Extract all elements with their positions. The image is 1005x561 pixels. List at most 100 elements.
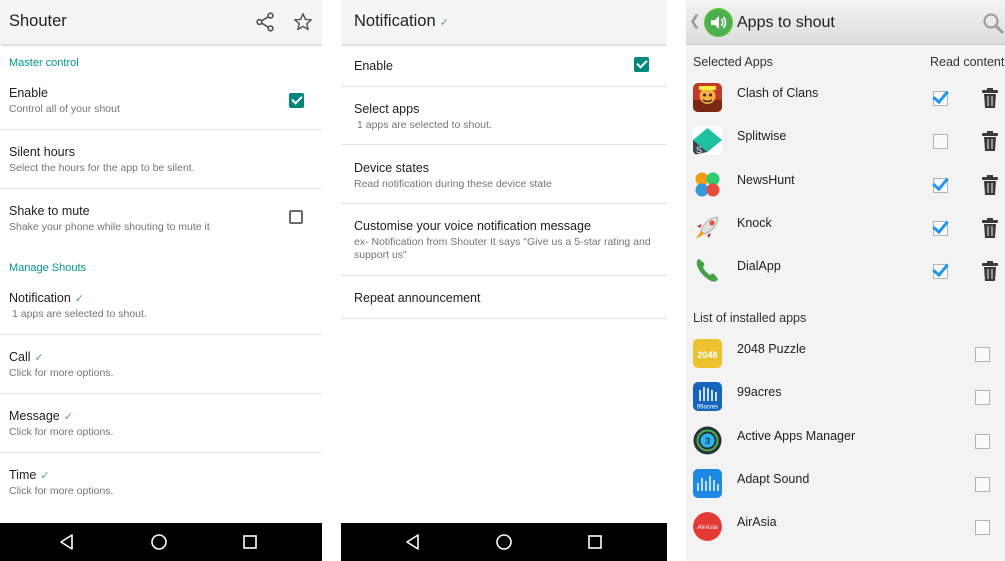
selected-app-row[interactable]: S Splitwise [686, 120, 1005, 163]
shake-to-mute-checkbox[interactable] [289, 210, 303, 224]
selected-app-row[interactable]: NewsHunt [686, 164, 1005, 207]
pref-summary: Read notification during these device st… [354, 178, 552, 190]
shouter-logo-icon[interactable] [704, 8, 733, 37]
airasia-icon: AirAsia [693, 512, 722, 541]
section-header-manage-shouts: Manage Shouts [9, 262, 87, 274]
trash-icon[interactable] [982, 130, 998, 152]
navigation-bar [0, 523, 322, 561]
select-app-checkbox[interactable] [975, 390, 990, 405]
action-bar: ❮ Apps to shout [686, 0, 1005, 45]
2048-puzzle-icon: 2048 [693, 339, 722, 368]
pref-repeat-announcement[interactable]: Repeat announcement [341, 276, 667, 319]
pref-select-apps[interactable]: Select apps 1 apps are selected to shout… [341, 87, 667, 145]
pref-summary: 1 apps are selected to shout. [357, 119, 492, 131]
navigation-bar [341, 523, 667, 561]
recents-icon[interactable] [585, 532, 605, 552]
up-arrow-icon[interactable]: ❮ [689, 12, 701, 29]
pref-summary: Click for more options. [9, 485, 114, 497]
pref-message[interactable]: Message ✓ Click for more options. [0, 394, 322, 453]
pref-title: Repeat announcement [354, 291, 481, 305]
check-icon: ✓ [63, 411, 73, 423]
selected-app-row[interactable]: DialApp [686, 250, 1005, 293]
pref-time[interactable]: Time ✓ Click for more options. [0, 453, 322, 513]
splitwise-icon: S [693, 126, 722, 155]
pref-silent-hours[interactable]: Silent hours Select the hours for the ap… [0, 130, 322, 189]
installed-app-row[interactable]: 99acres 99acres [686, 376, 1005, 419]
check-icon: ✓ [439, 17, 449, 29]
select-app-checkbox[interactable] [975, 477, 990, 492]
check-icon: ✓ [40, 470, 50, 482]
pref-summary: 1 apps are selected to shout. [12, 308, 147, 320]
knock-icon [693, 213, 722, 242]
read-content-checkbox[interactable] [933, 264, 948, 279]
app-name: Clash of Clans [737, 86, 819, 100]
selected-app-row[interactable]: Knock [686, 207, 1005, 250]
newshunt-icon [693, 170, 722, 199]
pref-call[interactable]: Call ✓ Click for more options. [0, 335, 322, 394]
pref-customise-message[interactable]: Customise your voice notification messag… [341, 204, 667, 276]
recents-icon[interactable] [240, 532, 260, 552]
back-icon[interactable] [403, 532, 423, 552]
enable-checkbox[interactable] [634, 57, 649, 72]
installed-app-row[interactable]: Adapt Sound [686, 463, 1005, 506]
select-app-checkbox[interactable] [975, 520, 990, 535]
section-header-master-control: Master control [9, 57, 79, 69]
read-content-checkbox[interactable] [933, 134, 948, 149]
app-name: Adapt Sound [737, 472, 810, 486]
installed-app-row[interactable]: 2048 2048 Puzzle [686, 333, 1005, 376]
back-icon[interactable] [57, 532, 77, 552]
search-icon[interactable] [981, 11, 1005, 35]
app-name: Active Apps Manager [737, 429, 856, 443]
pref-title: Device states [354, 161, 430, 175]
app-name: NewsHunt [737, 173, 795, 187]
app-name: 2048 Puzzle [737, 342, 806, 356]
check-icon: ✓ [74, 293, 85, 305]
icon-text: 2048 [697, 350, 717, 360]
selected-apps-header: Selected Apps [693, 55, 773, 69]
select-app-checkbox[interactable] [975, 434, 990, 449]
read-content-checkbox[interactable] [933, 221, 948, 236]
pref-enable[interactable]: Enable [341, 44, 667, 87]
trash-icon[interactable] [982, 174, 998, 196]
installed-app-row[interactable]: AirAsia AirAsia [686, 506, 1005, 549]
installed-app-row[interactable]: 3 Active Apps Manager [686, 420, 1005, 463]
read-content-checkbox[interactable] [933, 91, 948, 106]
app-name: Knock [737, 216, 772, 230]
active-apps-manager-icon: 3 [693, 426, 722, 455]
pref-title-text: Message [9, 409, 60, 423]
icon-text: 99acres [697, 405, 718, 411]
pref-title: Notification ✓ [9, 291, 84, 305]
check-icon: ✓ [34, 352, 44, 364]
trash-icon[interactable] [982, 217, 998, 239]
pref-summary: Click for more options. [9, 367, 114, 379]
app-bar: Shouter [0, 0, 322, 44]
read-content-header: Read content [930, 55, 1005, 69]
select-app-checkbox[interactable] [975, 347, 990, 362]
app-name: Splitwise [737, 129, 787, 143]
app-name: DialApp [737, 259, 781, 273]
pref-enable[interactable]: Enable Control all of your shout [0, 72, 322, 130]
pref-title: Silent hours [9, 145, 76, 159]
trash-icon[interactable] [982, 87, 998, 109]
pref-title-text: Time [9, 468, 37, 482]
star-icon[interactable] [292, 11, 314, 33]
icon-text: AirAsia [696, 524, 718, 531]
pref-notification[interactable]: Notification ✓ 1 apps are selected to sho… [0, 277, 322, 335]
pref-summary: Control all of your shout [9, 103, 120, 115]
pref-summary: ex- Notification from Shouter It says "G… [354, 236, 651, 261]
home-icon[interactable] [149, 532, 169, 552]
pref-shake-to-mute[interactable]: Shake to mute Shake your phone while sho… [0, 189, 322, 251]
page-title: Apps to shout [737, 14, 835, 31]
share-icon[interactable] [254, 11, 276, 33]
read-content-checkbox[interactable] [933, 178, 948, 193]
enable-checkbox[interactable] [289, 93, 304, 108]
pref-title: Time ✓ [9, 468, 50, 482]
trash-icon[interactable] [982, 260, 998, 282]
adapt-sound-icon [693, 469, 722, 498]
99acres-icon: 99acres [693, 382, 722, 411]
page-title: Notification ✓ [354, 12, 449, 31]
home-icon[interactable] [494, 532, 514, 552]
selected-app-row[interactable]: Clash of Clans [686, 77, 1005, 120]
apps-to-shout-screen: ❮ Apps to shout Selected Apps Read conte… [686, 0, 1005, 561]
pref-device-states[interactable]: Device states Read notification during t… [341, 145, 667, 204]
